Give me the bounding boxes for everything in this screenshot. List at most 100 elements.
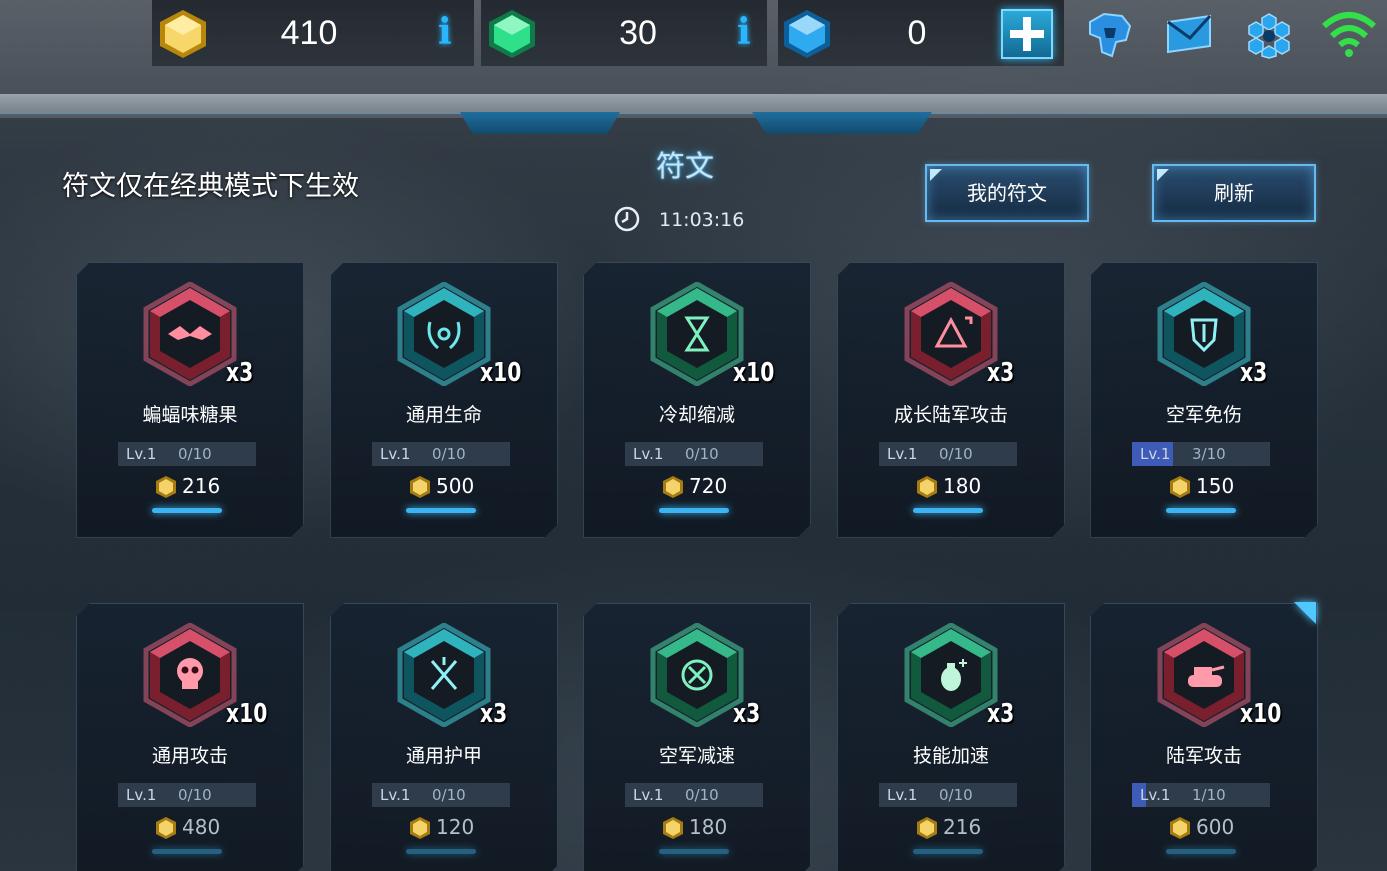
rune-name: 通用生命 xyxy=(405,404,482,426)
rune-card-9[interactable]: x3 技能加速 Lv.1 0/10 216 xyxy=(837,603,1065,871)
rune-quantity: x3 xyxy=(226,358,254,388)
rune-quantity: x3 xyxy=(987,699,1015,729)
wifi-icon xyxy=(1322,12,1376,57)
rune-card-7[interactable]: x3 通用护甲 Lv.1 0/10 120 xyxy=(330,603,558,871)
rune-name: 空军减速 xyxy=(658,745,735,767)
rune-card-1[interactable]: x3 蝙蝠味糖果 Lv.1 0/10 216 xyxy=(76,262,304,538)
gold-hexagon-icon xyxy=(915,475,939,499)
gold-amount: 410 xyxy=(280,14,338,52)
rune-card-5[interactable]: x3 空军免伤 Lv.1 3/10 150 xyxy=(1090,262,1318,538)
rune-card-glow xyxy=(1166,849,1236,854)
rune-progress: 3/10 xyxy=(1192,445,1226,463)
rune-quantity: x3 xyxy=(733,699,761,729)
rune-name: 通用攻击 xyxy=(151,745,228,767)
rune-card-glow xyxy=(659,508,729,513)
rune-progress: 1/10 xyxy=(1192,786,1226,804)
rune-cost-value: 120 xyxy=(436,815,475,839)
rune-progress: 0/10 xyxy=(685,445,719,463)
rune-hexagon xyxy=(649,623,745,727)
rune-card-2[interactable]: x10 通用生命 Lv.1 0/10 500 xyxy=(330,262,558,538)
classic-mode-notice: 符文仅在经典模式下生效 xyxy=(62,171,359,202)
rune-quantity: x3 xyxy=(480,699,508,729)
rune-level: Lv.1 xyxy=(126,786,157,804)
rune-cost-value: 150 xyxy=(1196,474,1235,498)
rune-progress: 0/10 xyxy=(939,786,973,804)
rune-quantity: x3 xyxy=(1240,358,1268,388)
rune-quantity: x10 xyxy=(1240,699,1282,729)
rune-level-bar: Lv.1 0/10 xyxy=(372,442,510,466)
refresh-button[interactable]: 刷新 xyxy=(1152,164,1316,222)
rune-name: 冷却缩减 xyxy=(658,404,735,426)
rune-card-glow xyxy=(1166,508,1236,513)
rune-name: 成长陆军攻击 xyxy=(893,404,1008,426)
rune-progress: 0/10 xyxy=(939,445,973,463)
rune-progress: 0/10 xyxy=(432,445,466,463)
page-title: 符文 xyxy=(655,149,714,183)
rune-hexagon xyxy=(903,282,999,386)
rune-level-bar: Lv.1 0/10 xyxy=(879,783,1017,807)
rune-cost-value: 180 xyxy=(689,815,728,839)
rune-quantity: x10 xyxy=(226,699,268,729)
gold-hexagon-icon xyxy=(154,475,178,499)
rune-level-bar: Lv.1 0/10 xyxy=(625,783,763,807)
rune-name: 蝙蝠味糖果 xyxy=(142,404,238,426)
rune-level-bar: Lv.1 0/10 xyxy=(118,442,256,466)
rune-progress: 0/10 xyxy=(178,445,212,463)
crystal-info-icon[interactable]: i xyxy=(737,14,755,50)
add-icon[interactable] xyxy=(1001,9,1053,59)
gold-hexagon-icon xyxy=(661,816,685,840)
rune-hexagon xyxy=(649,282,745,386)
rune-hexagon xyxy=(142,282,238,386)
header-tab-left xyxy=(460,112,620,134)
rune-cost-value: 180 xyxy=(943,474,982,498)
rune-hexagon xyxy=(396,282,492,386)
gold-hexagon-icon xyxy=(154,816,178,840)
rune-name: 陆军攻击 xyxy=(1165,745,1242,767)
rune-level-bar: Lv.1 0/10 xyxy=(879,442,1017,466)
rune-hexagon xyxy=(1156,282,1252,386)
rune-level-bar: Lv.1 0/10 xyxy=(118,783,256,807)
rune-cost-value: 720 xyxy=(689,474,728,498)
my-runes-button[interactable]: 我的符文 xyxy=(925,164,1089,222)
rune-name: 通用护甲 xyxy=(405,745,482,767)
rune-cost-value: 480 xyxy=(182,815,221,839)
rune-quantity: x10 xyxy=(733,358,775,388)
helmet-icon[interactable] xyxy=(1082,8,1136,60)
gold-hexagon-icon xyxy=(160,10,206,58)
rune-level: Lv.1 xyxy=(633,445,664,463)
rune-cost-value: 216 xyxy=(943,815,982,839)
rune-level: Lv.1 xyxy=(380,445,411,463)
new-flag-icon xyxy=(1294,602,1316,624)
rune-card-glow xyxy=(406,508,476,513)
gold-info-icon[interactable]: i xyxy=(438,14,456,50)
diamond-amount: 0 xyxy=(907,14,927,52)
rune-card-4[interactable]: x3 成长陆军攻击 Lv.1 0/10 180 xyxy=(837,262,1065,538)
crystal-amount: 30 xyxy=(619,14,657,52)
rune-level: Lv.1 xyxy=(1140,786,1171,804)
rune-hexagon xyxy=(142,623,238,727)
rune-card-10[interactable]: x10 陆军攻击 Lv.1 1/10 600 xyxy=(1090,603,1318,871)
rune-cost-value: 216 xyxy=(182,474,221,498)
gold-hexagon-icon xyxy=(408,816,432,840)
rune-cost-value: 500 xyxy=(436,474,475,498)
rune-level-bar: Lv.1 1/10 xyxy=(1132,783,1270,807)
rune-card-glow xyxy=(913,849,983,854)
gold-hexagon-icon xyxy=(915,816,939,840)
refresh-timer: 11:03:16 xyxy=(659,209,745,231)
rune-card-3[interactable]: x10 冷却缩减 Lv.1 0/10 720 xyxy=(583,262,811,538)
rune-card-glow xyxy=(152,508,222,513)
gold-hexagon-icon xyxy=(408,475,432,499)
settings-icon[interactable] xyxy=(1242,8,1296,60)
resource-bar: 410 i 30 i 0 xyxy=(0,0,1387,68)
rune-hexagon xyxy=(396,623,492,727)
rune-card-glow xyxy=(659,849,729,854)
rune-card-glow xyxy=(913,508,983,513)
clock-icon xyxy=(614,206,640,232)
rune-card-6[interactable]: x10 通用攻击 Lv.1 0/10 480 xyxy=(76,603,304,871)
rune-level: Lv.1 xyxy=(887,445,918,463)
rune-card-8[interactable]: x3 空军减速 Lv.1 0/10 180 xyxy=(583,603,811,871)
rune-quantity: x3 xyxy=(987,358,1015,388)
rune-level: Lv.1 xyxy=(633,786,664,804)
mail-icon[interactable] xyxy=(1162,8,1216,60)
rune-progress: 0/10 xyxy=(685,786,719,804)
